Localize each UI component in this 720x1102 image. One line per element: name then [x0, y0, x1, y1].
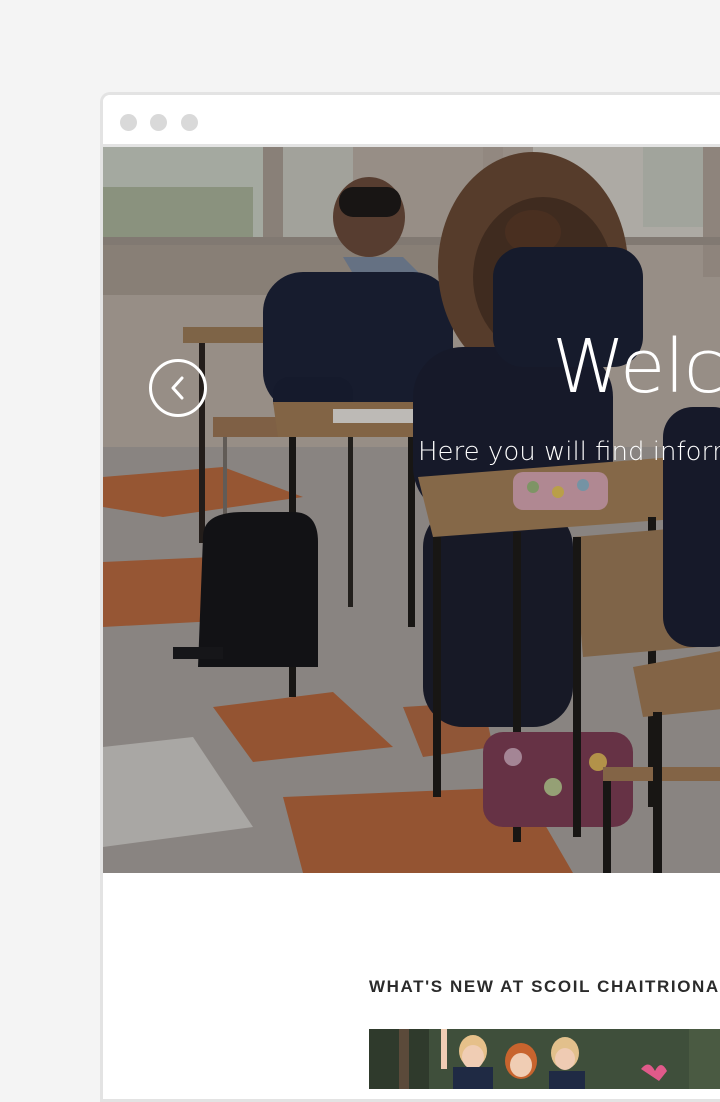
carousel-prev-button[interactable] — [149, 359, 207, 417]
window-title-bar — [103, 95, 720, 147]
hero-subtitle: Here you will find inforr — [418, 437, 720, 467]
classroom-photo — [103, 147, 720, 873]
browser-window-mockup: Welco Here you will find inforr WHAT'S N… — [100, 92, 720, 1102]
hero-slider: Welco Here you will find inforr — [103, 147, 720, 873]
news-section-heading: WHAT'S NEW AT SCOIL CHAITRIONA — [369, 977, 720, 996]
window-dot-maximize — [181, 114, 198, 131]
chevron-left-icon — [171, 376, 184, 400]
window-dot-close — [120, 114, 137, 131]
news-photo — [369, 1029, 720, 1089]
hero-title: Welco — [552, 324, 720, 410]
news-item-image[interactable] — [369, 1029, 720, 1089]
window-dot-minimize — [150, 114, 167, 131]
